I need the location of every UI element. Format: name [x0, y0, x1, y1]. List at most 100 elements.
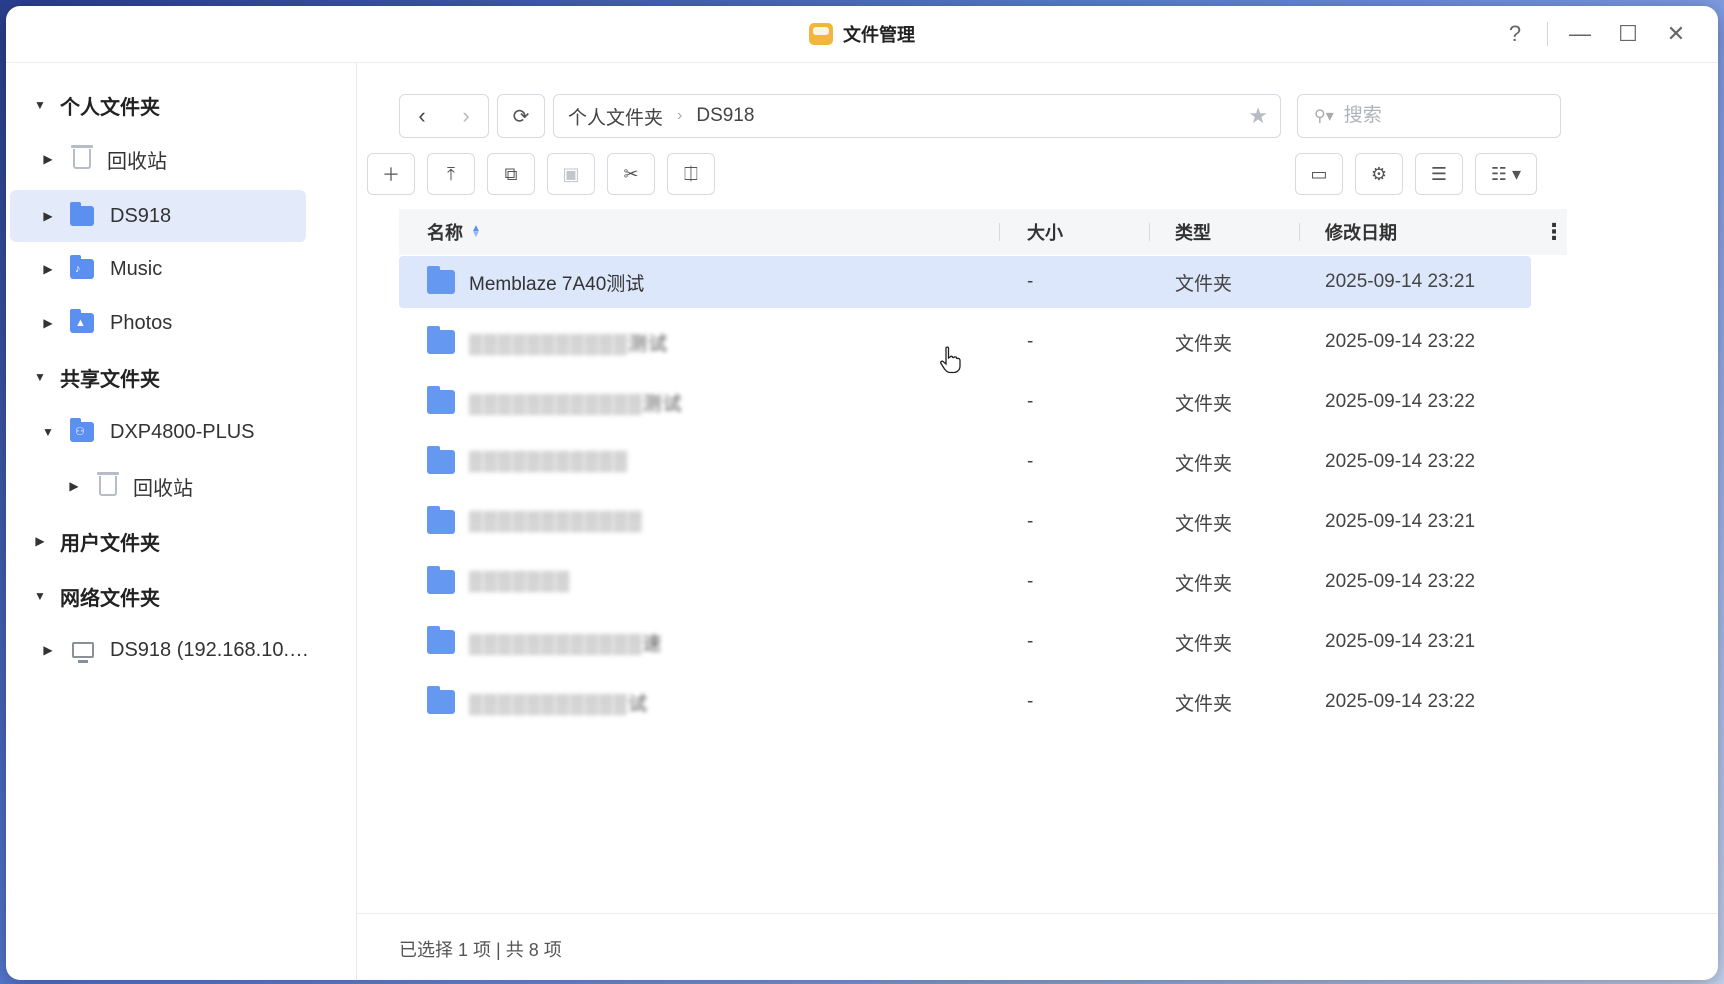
sidebar-item-ds918[interactable]: ▶ DS918 — [10, 190, 306, 242]
file-name: ▒▒▒▒▒▒▒▒▒▒▒ — [469, 451, 629, 472]
column-divider[interactable] — [999, 223, 1000, 241]
toolbox-icon[interactable]: ▭ — [1295, 153, 1343, 195]
expanded-arrow-icon[interactable]: ▼ — [30, 98, 50, 112]
monitor-icon — [72, 642, 94, 663]
upload-icon[interactable]: ⤒ — [427, 153, 475, 195]
column-name[interactable]: 名称 ▲ ▼ — [427, 209, 481, 255]
forward-icon[interactable]: › — [444, 95, 488, 137]
minimize-icon[interactable]: — — [1556, 14, 1604, 54]
sidebar-item-label: 回收站 — [133, 477, 193, 500]
file-name: ▒▒▒▒▒▒▒▒▒▒▒▒速 — [469, 633, 663, 655]
sidebar-group-personal[interactable]: ▼ 个人文件夹 — [30, 79, 160, 131]
folder-icon — [427, 446, 455, 474]
help-icon[interactable]: ? — [1491, 14, 1539, 54]
file-size: - — [1027, 271, 1034, 292]
refresh-icon[interactable]: ⟳ — [497, 94, 545, 138]
window-controls: ? — ☐ ✕ — [1491, 6, 1700, 62]
column-type[interactable]: 类型 — [1175, 209, 1211, 255]
music-folder-icon: ♪ — [70, 255, 94, 279]
table-row[interactable]: ▒▒▒▒▒▒▒▒▒▒▒▒速 - 文件夹 2025-09-14 23:21 — [399, 616, 1567, 668]
folder-icon — [427, 626, 455, 654]
sidebar-group-user[interactable]: ▶ 用户文件夹 — [30, 515, 160, 567]
expanded-arrow-icon[interactable]: ▼ — [38, 425, 58, 439]
collapsed-arrow-icon[interactable]: ▶ — [38, 316, 58, 330]
copy-icon[interactable]: ⧉ — [487, 153, 535, 195]
sidebar-group-label: 共享文件夹 — [60, 368, 160, 391]
file-size: - — [1027, 391, 1034, 412]
sort-icon[interactable]: ☰ — [1415, 153, 1463, 195]
file-modified: 2025-09-14 23:22 — [1325, 391, 1476, 412]
collapsed-arrow-icon[interactable]: ▶ — [38, 152, 58, 166]
column-divider[interactable] — [1299, 223, 1300, 241]
table-row[interactable]: Memblaze 7A40测试 - 文件夹 2025-09-14 23:21 — [399, 256, 1531, 308]
history-nav: ‹ › — [399, 94, 489, 138]
search-input[interactable] — [1341, 104, 1526, 128]
file-type: 文件夹 — [1175, 633, 1233, 655]
column-size-label: 大小 — [1027, 223, 1063, 243]
file-modified: 2025-09-14 23:21 — [1325, 511, 1476, 532]
rename-icon[interactable]: ⎅ — [667, 153, 715, 195]
settings-gear-icon[interactable]: ⚙ — [1355, 153, 1403, 195]
table-row[interactable]: ▒▒▒▒▒▒▒ - 文件夹 2025-09-14 23:22 — [399, 556, 1567, 608]
column-divider[interactable] — [1149, 223, 1150, 241]
collapsed-arrow-icon[interactable]: ▶ — [38, 643, 58, 657]
new-icon[interactable]: ＋ — [367, 153, 415, 195]
column-modified-label: 修改日期 — [1325, 223, 1397, 243]
close-icon[interactable]: ✕ — [1652, 14, 1700, 54]
cut-icon[interactable]: ✂ — [607, 153, 655, 195]
table-row[interactable]: ▒▒▒▒▒▒▒▒▒▒▒▒ - 文件夹 2025-09-14 23:21 — [399, 496, 1567, 548]
file-modified: 2025-09-14 23:21 — [1325, 631, 1476, 652]
sidebar-item-photos[interactable]: ▶ ▲ Photos — [38, 297, 338, 349]
sidebar-group-shared[interactable]: ▼ 共享文件夹 — [30, 351, 160, 403]
sidebar-item-music[interactable]: ▶ ♪ Music — [38, 243, 338, 295]
file-manager-app-icon — [809, 23, 833, 45]
file-modified: 2025-09-14 23:22 — [1325, 451, 1476, 472]
column-name-label: 名称 — [427, 223, 463, 243]
table-row[interactable]: ▒▒▒▒▒▒▒▒▒▒▒ - 文件夹 2025-09-14 23:22 — [399, 436, 1567, 488]
sidebar-item-label: DS918 — [110, 204, 172, 227]
paste-icon[interactable]: ▣ — [547, 153, 595, 195]
sidebar-item-dxp4800[interactable]: ▼ ⚇ DXP4800-PLUS — [38, 406, 338, 458]
collapsed-arrow-icon[interactable]: ▶ — [30, 534, 50, 548]
file-modified: 2025-09-14 23:22 — [1325, 571, 1476, 592]
collapsed-arrow-icon[interactable]: ▶ — [38, 209, 58, 223]
file-manager-window: 文件管理 ? — ☐ ✕ ▼ 个人文件夹 ▶ 回收站 ▶ DS918 ▶ ♪ M… — [6, 6, 1718, 980]
favorite-star-icon[interactable]: ★ — [1248, 103, 1268, 129]
sidebar-item-recycle-bin[interactable]: ▶ 回收站 — [38, 133, 338, 185]
file-name: ▒▒▒▒▒▒▒ — [469, 571, 571, 592]
trash-icon — [97, 472, 119, 496]
view-mode-icon[interactable]: ☷ ▾ — [1475, 153, 1537, 195]
back-icon[interactable]: ‹ — [400, 95, 444, 137]
breadcrumb-current[interactable]: DS918 — [696, 105, 754, 127]
breadcrumb[interactable]: 个人文件夹 › DS918 ★ — [553, 94, 1281, 138]
collapsed-arrow-icon[interactable]: ▶ — [38, 262, 58, 276]
file-size: - — [1027, 571, 1034, 592]
expanded-arrow-icon[interactable]: ▼ — [30, 589, 50, 603]
search-box[interactable]: ⚲▾ — [1297, 94, 1561, 138]
table-row[interactable]: ▒▒▒▒▒▒▒▒▒▒▒测试 - 文件夹 2025-09-14 23:22 — [399, 316, 1567, 368]
column-modified[interactable]: 修改日期 — [1325, 209, 1397, 255]
file-size: - — [1027, 451, 1034, 472]
column-options-icon[interactable]: ⋮ — [1543, 209, 1565, 255]
file-type: 文件夹 — [1175, 333, 1233, 355]
main-panel: ‹ › ⟳ 个人文件夹 › DS918 ★ ⚲▾ ＋ ⤒ ⧉ ▣ ✂ ⎅ ▭ ⚙… — [357, 63, 1718, 980]
app-title: 文件管理 — [6, 6, 1718, 62]
file-size: - — [1027, 631, 1034, 652]
column-size[interactable]: 大小 — [1027, 209, 1063, 255]
search-icon[interactable]: ⚲▾ — [1314, 106, 1334, 126]
file-size: - — [1027, 331, 1034, 352]
sort-ascending-icon[interactable]: ▲ ▼ — [471, 224, 481, 240]
sidebar-item-network-ds918[interactable]: ▶ DS918 (192.168.10.… — [38, 624, 338, 676]
breadcrumb-root[interactable]: 个人文件夹 — [568, 103, 663, 130]
table-row[interactable]: ▒▒▒▒▒▒▒▒▒▒▒▒测试 - 文件夹 2025-09-14 23:22 — [399, 376, 1567, 428]
file-modified: 2025-09-14 23:22 — [1325, 331, 1476, 352]
sidebar-group-network[interactable]: ▼ 网络文件夹 — [30, 570, 160, 622]
collapsed-arrow-icon[interactable]: ▶ — [64, 479, 84, 493]
table-row[interactable]: ▒▒▒▒▒▒▒▒▒▒▒试 - 文件夹 2025-09-14 23:22 — [399, 676, 1567, 728]
file-type: 文件夹 — [1175, 453, 1233, 475]
column-type-label: 类型 — [1175, 223, 1211, 243]
selection-count: 已选择 1 项 | 共 8 项 — [399, 940, 562, 960]
expanded-arrow-icon[interactable]: ▼ — [30, 370, 50, 384]
maximize-icon[interactable]: ☐ — [1604, 14, 1652, 54]
sidebar-item-shared-recycle-bin[interactable]: ▶ 回收站 — [64, 460, 334, 512]
